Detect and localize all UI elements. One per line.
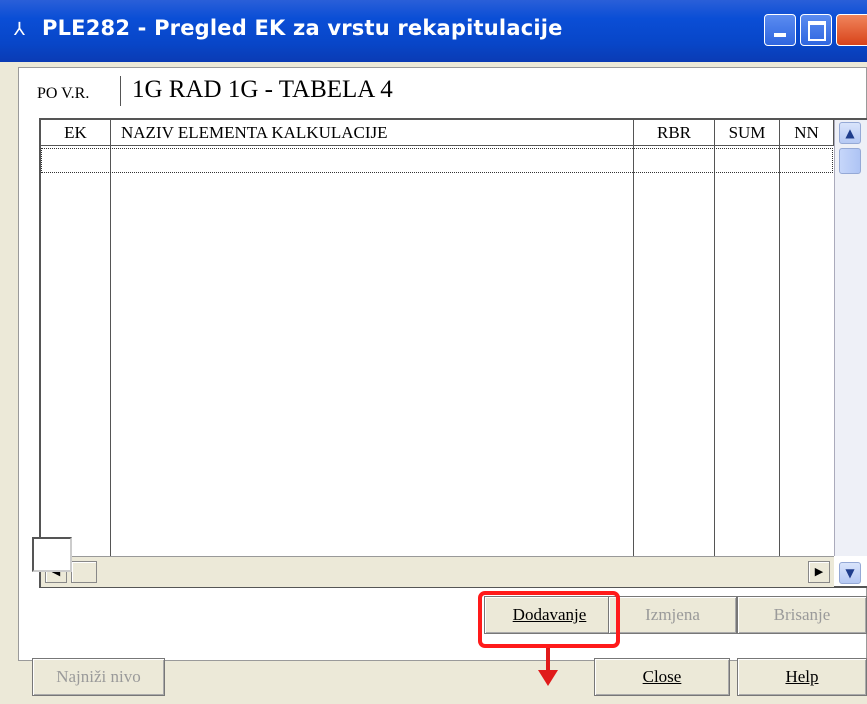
column-divider [110,146,111,556]
maximize-button[interactable] [800,14,832,46]
izmjena-label: Izmjena [645,605,700,624]
annotation-arrow-head [538,670,558,686]
close-window-button[interactable] [836,14,867,46]
app-icon: ⅄ [14,19,25,40]
window-title: PLE282 - Pregled EK za vrstu rekapitulac… [42,16,563,40]
column-divider [633,146,634,556]
title-bar: ⅄ PLE282 - Pregled EK za vrstu rekapitul… [0,0,867,62]
close-button[interactable]: Close [594,658,730,696]
annotation-arrow [546,648,550,672]
tab-po-vr[interactable]: PO V.R. [37,85,89,103]
column-header-naziv[interactable]: NAZIV ELEMENTA KALKULACIJE [111,120,634,146]
horizontal-scrollbar[interactable]: ◀ ▶ [41,556,834,587]
ek-grid[interactable]: EK NAZIV ELEMENTA KALKULACIJE RBR SUM NN… [39,118,867,588]
column-divider [779,146,780,556]
close-label: Close [642,667,682,686]
column-header-sum[interactable]: SUM [715,120,780,146]
vertical-scrollbar[interactable]: ▲ ▼ [834,120,867,584]
column-header-rbr[interactable]: RBR [634,120,715,146]
scroll-right-button[interactable]: ▶ [808,561,830,583]
scroll-down-button[interactable]: ▼ [839,562,861,584]
window-body: PO V.R. 1G RAD 1G - TABELA 4 EK NAZIV EL… [0,62,867,704]
izmjena-button[interactable]: Izmjena [608,596,737,634]
annotation-highlight-box [478,591,620,648]
brisanje-label: Brisanje [773,605,831,624]
column-header-nn[interactable]: NN [780,120,834,146]
help-label: Help [785,667,819,686]
scroll-up-button[interactable]: ▲ [839,122,861,144]
scroll-thumb[interactable] [839,148,861,174]
brisanje-button[interactable]: Brisanje [737,596,867,634]
minimize-button[interactable] [764,14,796,46]
column-divider [714,146,715,556]
tab-title: 1G RAD 1G - TABELA 4 [132,76,393,103]
column-header-ek[interactable]: EK [41,120,111,146]
level-input-box[interactable] [32,537,72,572]
najnizi-nivo-label: Najniži nivo [56,667,141,686]
help-button[interactable]: Help [737,658,867,696]
tab-separator [120,76,121,106]
main-panel: PO V.R. 1G RAD 1G - TABELA 4 EK NAZIV EL… [18,67,867,661]
horizontal-scroll-thumb[interactable] [71,561,97,583]
selected-empty-row[interactable] [41,148,833,173]
najnizi-nivo-button[interactable]: Najniži nivo [32,658,165,696]
